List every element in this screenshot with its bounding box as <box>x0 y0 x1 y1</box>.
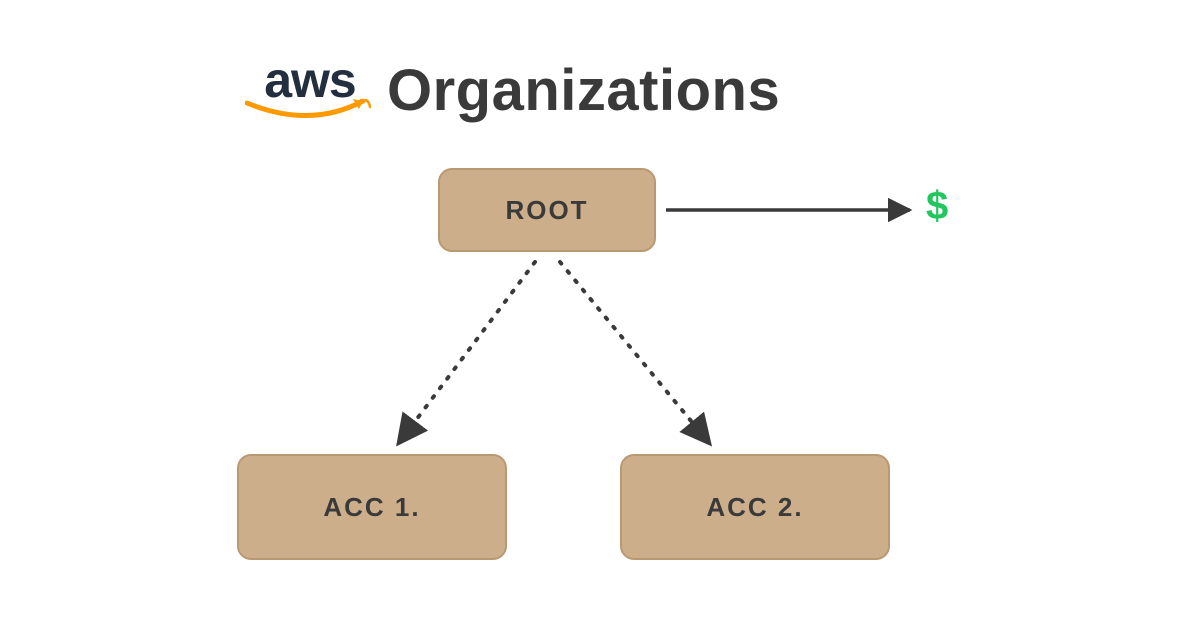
aws-smile-icon <box>245 99 375 125</box>
edge-root-to-acc2 <box>560 262 710 444</box>
account-node-2-label: ACC 2. <box>706 492 803 523</box>
account-node-1-label: ACC 1. <box>323 492 420 523</box>
account-node-2: ACC 2. <box>620 454 890 560</box>
account-node-1: ACC 1. <box>237 454 507 560</box>
root-node-label: ROOT <box>505 195 588 226</box>
root-node: ROOT <box>438 168 656 252</box>
diagram-canvas: aws Organizations ROOT ACC 1. ACC 2. $ <box>0 0 1200 628</box>
edge-root-to-acc1 <box>398 262 535 444</box>
title-heading: Organizations <box>387 57 780 124</box>
dollar-symbol: $ <box>926 184 948 229</box>
title-row: aws Organizations <box>245 55 780 125</box>
aws-logo-text: aws <box>264 55 356 105</box>
aws-logo: aws <box>245 55 375 125</box>
